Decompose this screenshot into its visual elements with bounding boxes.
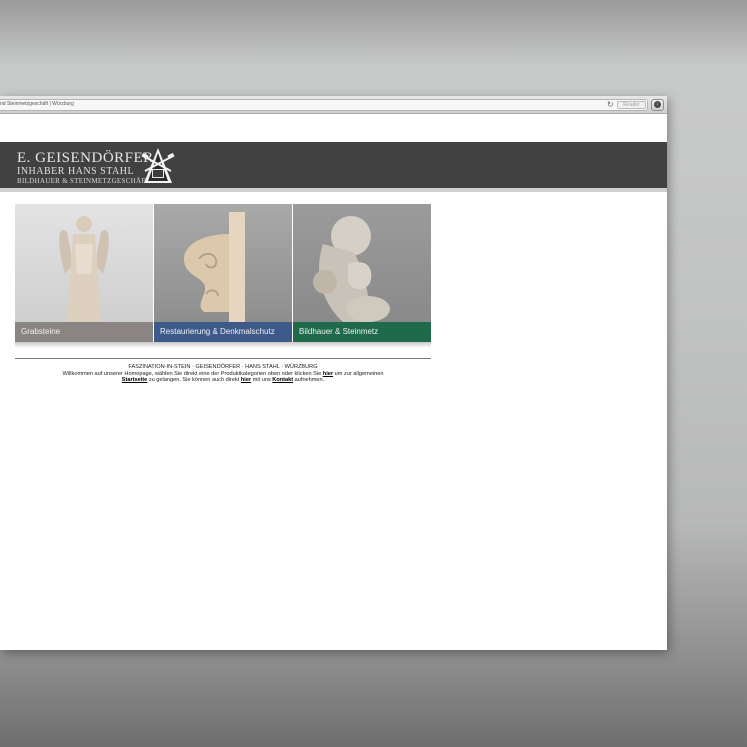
browser-toolbar: nd Steinmetzgeschäft | Würzburg ↻ Reader…	[0, 96, 667, 114]
footer-headline: FASZINATION-IN-STEIN · GEISENDÖRFER · HA…	[128, 364, 318, 370]
downloads-button[interactable]: ↓	[651, 99, 664, 111]
tile-bildhauer[interactable]: Bildhauer & Steinmetz	[293, 204, 431, 342]
address-bar[interactable]: nd Steinmetzgeschäft | Würzburg ↻ Reader	[0, 99, 648, 111]
ornament-carving-image	[154, 204, 292, 322]
logo-subtitle: INHABER HANS STAHL	[17, 166, 135, 177]
welcome-text-part: mit uns	[251, 377, 273, 384]
cherub-sculpture-image	[293, 204, 431, 322]
browser-window: nd Steinmetzgeschäft | Würzburg ↻ Reader…	[0, 96, 667, 650]
hier-link-categories[interactable]: hier	[323, 371, 333, 377]
welcome-text-part: zu gelangen. Sie können auch direkt	[147, 377, 241, 384]
welcome-text: FASZINATION-IN-STEIN · GEISENDÖRFER · HA…	[15, 364, 431, 384]
address-text: nd Steinmetzgeschäft | Würzburg	[0, 101, 74, 107]
reader-button[interactable]: Reader	[617, 101, 646, 109]
angel-statue-image	[15, 204, 153, 322]
welcome-text-part: um zur allgemeinen	[333, 370, 384, 377]
reload-icon[interactable]: ↻	[607, 100, 614, 110]
tile-caption: Bildhauer & Steinmetz	[293, 322, 431, 342]
tile-restaurierung[interactable]: Restaurierung & Denkmalschutz	[154, 204, 292, 342]
logo-title: E. GEISENDÖRFER	[17, 150, 154, 166]
startseite-link[interactable]: Startseite	[122, 377, 148, 383]
welcome-text-part: Willkommen auf unserer Homepage, wählen …	[62, 370, 323, 377]
kontakt-link[interactable]: Kontakt	[272, 377, 293, 383]
category-tiles: Grabsteine Restaurierung & Denkmalschutz	[15, 204, 431, 342]
site-header: E. GEISENDÖRFER INHABER HANS STAHL BILDH…	[0, 142, 667, 192]
logo-tagline: BILDHAUER & STEINMETZGESCHÄFT	[17, 177, 151, 185]
welcome-paragraph: Willkommen auf unserer Homepage, wählen …	[15, 371, 431, 384]
welcome-text-part: aufnehmen.	[293, 377, 325, 384]
stonemason-emblem-icon	[141, 148, 175, 183]
hier-link-contact[interactable]: hier	[241, 377, 251, 383]
tiles-shadow	[15, 342, 431, 348]
tile-caption: Restaurierung & Denkmalschutz	[154, 322, 292, 342]
download-arrow-icon: ↓	[654, 101, 661, 108]
tile-grabsteine[interactable]: Grabsteine	[15, 204, 153, 342]
content-divider	[15, 358, 431, 359]
tile-caption: Grabsteine	[15, 322, 153, 342]
